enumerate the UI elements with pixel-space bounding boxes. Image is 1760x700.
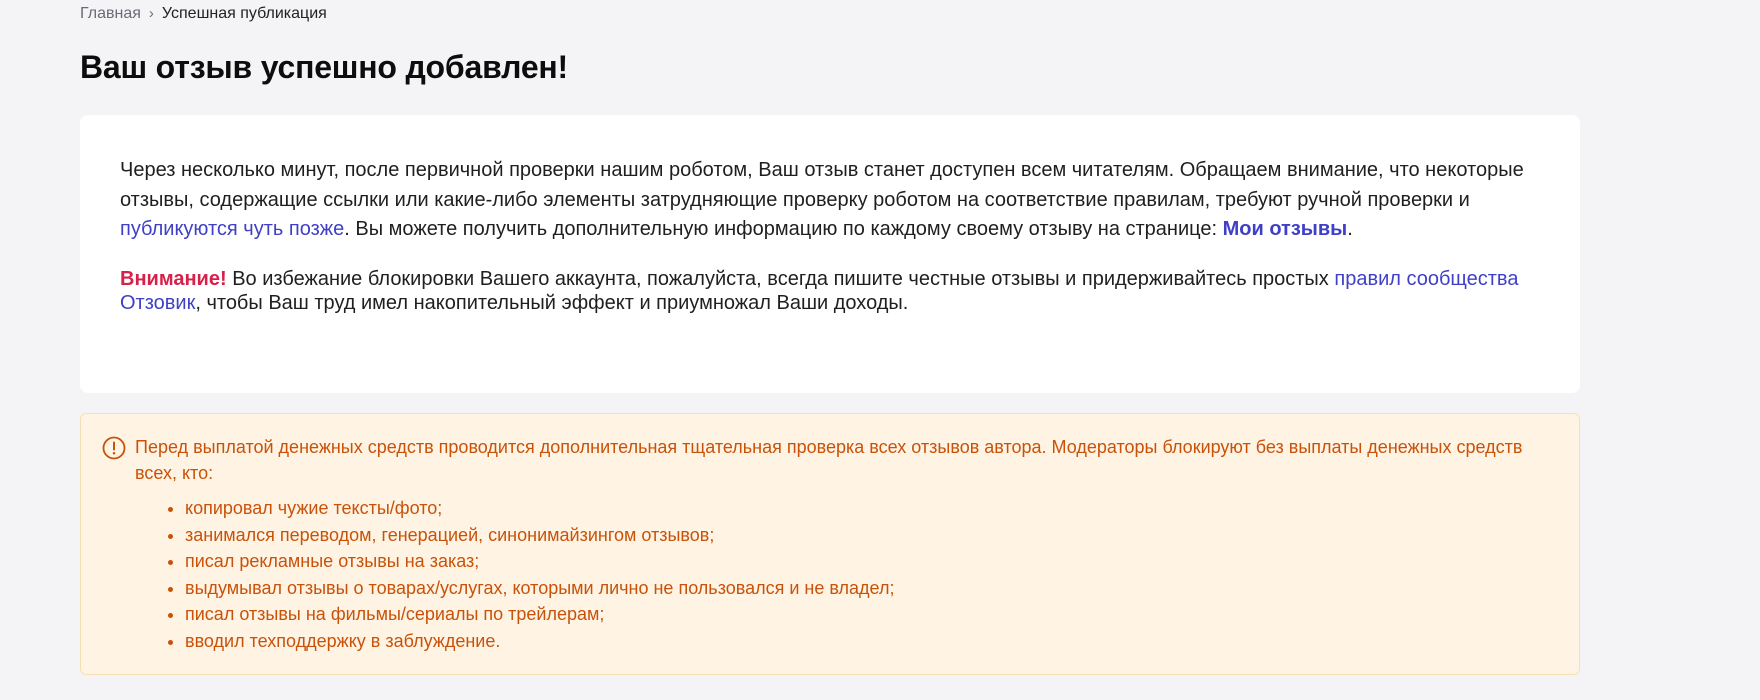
info-text-1: Через несколько минут, после первичной п…	[120, 159, 1524, 211]
breadcrumb-separator: ›	[148, 5, 154, 22]
info-paragraph: Через несколько минут, после первичной п…	[120, 156, 1540, 245]
attention-label: Внимание!	[120, 267, 227, 290]
notice-lead-text: Перед выплатой денежных средств проводит…	[135, 437, 1523, 483]
list-item: вводил техподдержку в заблуждение.	[185, 628, 1539, 655]
published-later-link[interactable]: публикуются чуть позже	[120, 218, 344, 240]
violations-list: копировал чужие тексты/фото; занимался п…	[135, 495, 1539, 654]
info-text-3: .	[1347, 218, 1353, 240]
page-title: Ваш отзыв успешно добавлен!	[80, 49, 569, 85]
warning-text-1: Во избежание блокировки Вашего аккаунта,…	[226, 267, 1335, 290]
breadcrumb-current: Успешная публикация	[161, 5, 327, 22]
breadcrumb-home-link[interactable]: Главная	[80, 5, 141, 23]
success-card: Через несколько минут, после первичной п…	[80, 115, 1580, 393]
warning-text-2: , чтобы Ваш труд имел накопительный эффе…	[195, 291, 909, 314]
my-reviews-link[interactable]: Мои отзывы	[1223, 218, 1348, 240]
warning-paragraph: Внимание! Во избежание блокировки Вашего…	[120, 267, 1540, 315]
list-item: копировал чужие тексты/фото;	[185, 495, 1539, 522]
list-item: выдумывал отзывы о товарах/услугах, кото…	[185, 575, 1539, 602]
list-item: писал отзывы на фильмы/сериалы по трейле…	[185, 601, 1539, 628]
breadcrumb: Главная › Успешная публикация	[80, 5, 327, 23]
info-text-2: . Вы можете получить дополнительную инфо…	[344, 218, 1223, 240]
list-item: писал рекламные отзывы на заказ;	[185, 548, 1539, 575]
list-item: занимался переводом, генерацией, синоним…	[185, 522, 1539, 549]
exclamation-circle-icon	[102, 436, 126, 460]
payout-notice: Перед выплатой денежных средств проводит…	[80, 413, 1580, 675]
